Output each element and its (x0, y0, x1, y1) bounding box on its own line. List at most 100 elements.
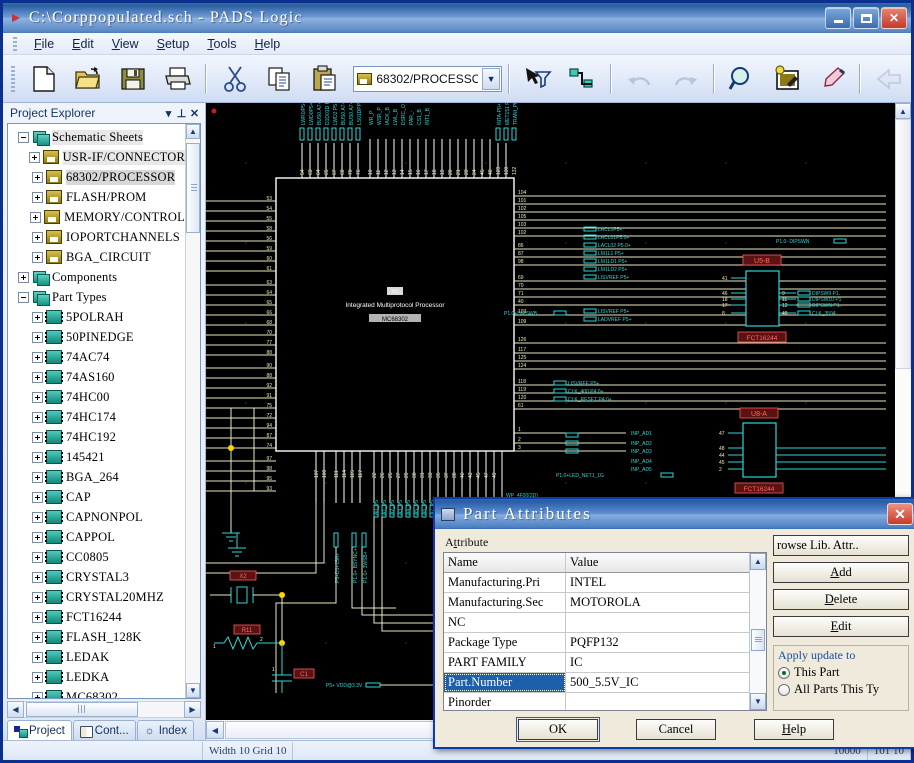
scroll-left-icon[interactable]: ◀ (7, 701, 24, 718)
expand-icon[interactable] (32, 632, 43, 643)
radio-this-part[interactable]: This Part (778, 665, 904, 680)
attr-scroll-down-icon[interactable]: ▼ (750, 693, 766, 710)
expand-icon[interactable] (32, 492, 43, 503)
tree-item[interactable]: 50PINEDGE (10, 327, 185, 347)
expand-icon[interactable] (32, 552, 43, 563)
tree-item[interactable]: BGA_264 (10, 467, 185, 487)
open-icon[interactable] (67, 59, 111, 99)
expand-icon[interactable] (32, 312, 43, 323)
dialog-close-button[interactable]: ✕ (887, 503, 913, 525)
attribute-table[interactable]: NameValueManufacturing.PriINTELManufactu… (444, 553, 749, 710)
copy-icon[interactable] (258, 59, 302, 99)
expand-icon[interactable] (32, 672, 43, 683)
tree-item[interactable]: Schematic Sheets (10, 127, 185, 147)
table-row[interactable]: Manufacturing.PriINTEL (444, 573, 749, 593)
expand-icon[interactable] (29, 152, 40, 163)
help-button[interactable]: Help (754, 719, 834, 740)
pin-button[interactable]: ⊥ (175, 107, 188, 120)
attribute-value-cell[interactable]: 500_5.5V_IC (566, 673, 749, 692)
attribute-value-cell[interactable] (566, 693, 749, 711)
tree-item[interactable]: FLASH_128K (10, 627, 185, 647)
sheet-selector-combo[interactable]: 68302/PROCESSOR ▼ (353, 66, 502, 92)
tab-index[interactable]: ☼ Index (137, 720, 194, 740)
tree-item[interactable]: 145421 (10, 447, 185, 467)
expand-icon[interactable] (32, 232, 43, 243)
expand-icon[interactable] (32, 412, 43, 423)
connection-icon[interactable] (561, 59, 605, 99)
expand-icon[interactable] (32, 532, 43, 543)
new-icon[interactable] (22, 59, 66, 99)
expand-icon[interactable] (32, 692, 43, 699)
table-row[interactable]: Pinorder (444, 693, 749, 711)
attribute-name-cell[interactable]: NC (444, 613, 566, 632)
expand-icon[interactable] (32, 592, 43, 603)
menu-help[interactable]: Help (245, 35, 289, 53)
attribute-name-cell[interactable]: Part.Number (444, 673, 566, 692)
expand-icon[interactable] (32, 472, 43, 483)
attribute-value-cell[interactable]: PQFP132 (566, 633, 749, 652)
tree-item[interactable]: 74AC74 (10, 347, 185, 367)
delete-button[interactable]: Delete (773, 589, 909, 610)
save-icon[interactable] (111, 59, 155, 99)
attribute-value-cell[interactable]: INTEL (566, 573, 749, 592)
menu-grip[interactable] (13, 37, 17, 51)
collapse-icon[interactable] (18, 132, 29, 143)
hscroll-thumb[interactable] (26, 702, 138, 717)
ok-button[interactable]: OK (518, 719, 598, 740)
scroll-down-icon[interactable]: ▼ (186, 683, 200, 698)
menu-edit[interactable]: Edit (63, 35, 103, 53)
tree-item[interactable]: 74HC174 (10, 407, 185, 427)
tree-item[interactable]: FLASH/PROM (10, 187, 185, 207)
collapse-icon[interactable] (18, 292, 29, 303)
expand-icon[interactable] (32, 192, 43, 203)
hscroll-track[interactable] (24, 701, 184, 718)
select-filter-icon[interactable] (516, 59, 560, 99)
menu-view[interactable]: View (103, 35, 148, 53)
attribute-value-cell[interactable] (566, 613, 749, 632)
expand-icon[interactable] (32, 392, 43, 403)
expand-icon[interactable] (32, 612, 43, 623)
canvas-scroll-left-icon[interactable]: ◀ (206, 721, 224, 739)
tab-contents[interactable]: Cont... (73, 720, 136, 740)
scroll-up-icon[interactable]: ▲ (186, 124, 200, 139)
tree-item[interactable]: LEDAK (10, 647, 185, 667)
attribute-value-cell[interactable]: IC (566, 653, 749, 672)
canvas-scroll-thumb[interactable] (895, 119, 911, 369)
tree-item[interactable]: USR-IF/CONNECTOR (10, 147, 185, 167)
expand-icon[interactable] (32, 432, 43, 443)
scroll-thumb[interactable] (186, 143, 200, 233)
print-icon[interactable] (156, 59, 200, 99)
tree-item[interactable]: CC0805 (10, 547, 185, 567)
expand-icon[interactable] (18, 272, 29, 283)
attr-scroll-track[interactable] (750, 570, 766, 693)
tree-horizontal-scrollbar[interactable]: ◀ ▶ (7, 700, 201, 718)
expand-icon[interactable] (32, 652, 43, 663)
expand-icon[interactable] (32, 512, 43, 523)
tree-item[interactable]: IOPORTCHANNELS (10, 227, 185, 247)
menu-tools[interactable]: Tools (198, 35, 245, 53)
project-tree[interactable]: Schematic SheetsUSR-IF/CONNECTOR68302/PR… (8, 124, 185, 698)
tree-item[interactable]: CRYSTAL3 (10, 567, 185, 587)
close-button[interactable]: ✕ (881, 7, 907, 29)
tree-item[interactable]: Components (10, 267, 185, 287)
tree-item[interactable]: CAP (10, 487, 185, 507)
attribute-name-cell[interactable]: Pinorder (444, 693, 566, 711)
toolbar-grip[interactable] (11, 66, 15, 92)
expand-icon[interactable] (32, 172, 43, 183)
menu-file[interactable]: File (25, 35, 63, 53)
tab-project[interactable]: Project (7, 720, 72, 740)
add-button[interactable]: Add (773, 562, 909, 583)
tree-item[interactable]: BGA_CIRCUIT (10, 247, 185, 267)
table-row[interactable]: PART FAMILYIC (444, 653, 749, 673)
sheet-props-icon[interactable] (765, 59, 809, 99)
tree-item[interactable]: 5POLRAH (10, 307, 185, 327)
expand-icon[interactable] (30, 212, 41, 223)
tree-item[interactable]: 74AS160 (10, 367, 185, 387)
tree-item[interactable]: Part Types (10, 287, 185, 307)
tree-item[interactable]: CAPPOL (10, 527, 185, 547)
cancel-button[interactable]: Cancel (636, 719, 716, 740)
maximize-button[interactable] (853, 7, 879, 29)
tree-item[interactable]: LEDKA (10, 667, 185, 687)
attribute-value-cell[interactable]: MOTOROLA (566, 593, 749, 612)
tree-item[interactable]: MC68302 (10, 687, 185, 698)
